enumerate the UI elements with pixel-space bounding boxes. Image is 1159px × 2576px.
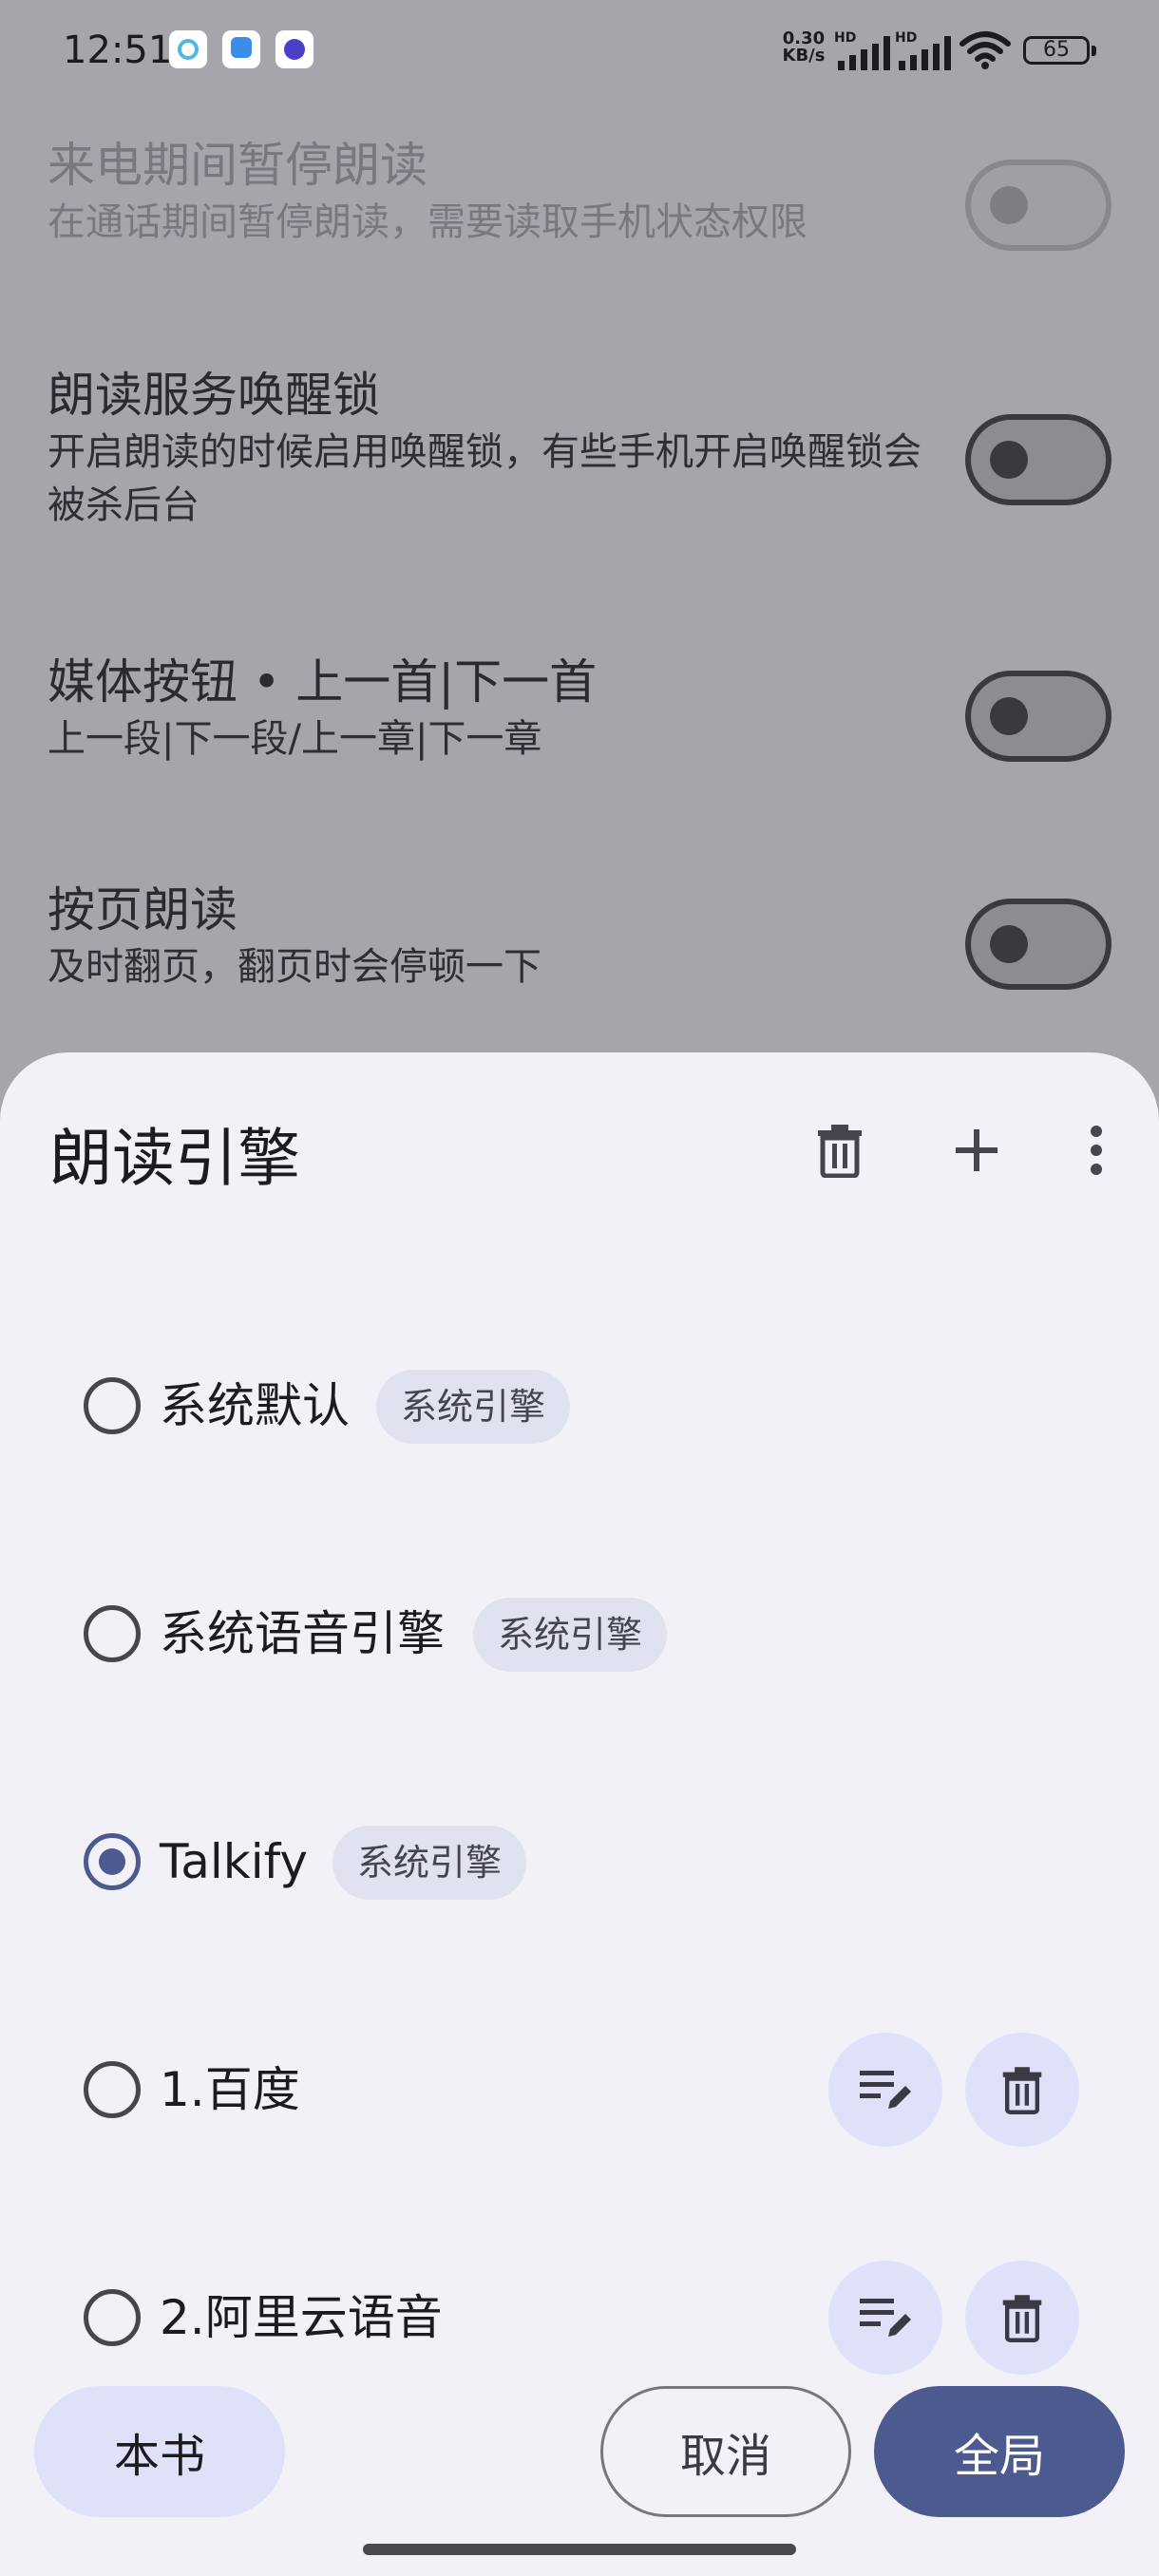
setting-read-by-page[interactable]: 按页朗读 及时翻页，翻页时会停顿一下 [48, 880, 1121, 994]
engine-label: 2.阿里云语音 [160, 2290, 443, 2345]
network-speed-unit: KB/s [782, 46, 826, 66]
engine-item-aliyun[interactable]: 2.阿里云语音 [0, 2261, 1159, 2375]
this-book-button[interactable]: 本书 [34, 2386, 285, 2517]
toggle-knob [990, 186, 1028, 224]
edit-engine-button[interactable] [828, 2033, 942, 2147]
delete-icon [818, 1125, 862, 1178]
setting-title: 媒体按钮 • 上一首|下一首 [48, 654, 598, 710]
status-time: 12:51 [63, 28, 173, 72]
engine-item-system-voice[interactable]: 系统语音引擎 系统引擎 [0, 1577, 1159, 1691]
setting-description: 开启朗读的时候启用唤醒锁，有些手机开启唤醒锁会被杀后台 [48, 430, 922, 527]
setting-description: 在通话期间暂停朗读，需要读取手机状态权限 [48, 200, 808, 244]
toggle-knob [990, 925, 1028, 963]
toggle-knob [990, 697, 1028, 735]
battery-indicator: 65 [1023, 36, 1096, 65]
signal-2-icon: HD [895, 30, 951, 70]
global-button[interactable]: 全局 [874, 2386, 1125, 2517]
engine-tag: 系统引擎 [376, 1370, 571, 1444]
setting-title: 来电期间暂停朗读 [48, 138, 428, 193]
engine-item-talkify[interactable]: Talkify 系统引擎 [0, 1805, 1159, 1919]
chat-app-icon [276, 30, 314, 68]
engine-tag: 系统引擎 [473, 1598, 668, 1672]
more-icon [1091, 1126, 1102, 1175]
engine-item-baidu[interactable]: 1.百度 [0, 2033, 1159, 2147]
edit-list-icon [860, 2071, 911, 2109]
delete-engine-button[interactable] [965, 2033, 1079, 2147]
edit-engine-button[interactable] [828, 2261, 942, 2375]
delete-engine-button[interactable] [965, 2261, 1079, 2375]
signal-1-icon: HD [834, 30, 890, 70]
setting-description: 及时翻页，翻页时会停顿一下 [48, 945, 542, 989]
hd-label: HD [895, 30, 917, 46]
engine-tag: 系统引擎 [332, 1826, 527, 1900]
wifi-icon [960, 31, 1011, 69]
hd-label: HD [834, 30, 856, 46]
app-circle-icon [169, 30, 207, 68]
setting-title: 按页朗读 [48, 882, 238, 938]
setting-wake-lock[interactable]: 朗读服务唤醒锁 开启朗读的时候启用唤醒锁，有些手机开启唤醒锁会被杀后台 [48, 365, 1121, 532]
engine-radio-selected[interactable] [84, 1833, 141, 1890]
setting-media-buttons[interactable]: 媒体按钮 • 上一首|下一首 上一段|下一段/上一章|下一章 [48, 652, 1121, 766]
delete-icon [1002, 2067, 1042, 2114]
sheet-title: 朗读引擎 [49, 1122, 300, 1195]
setting-pause-on-call[interactable]: 来电期间暂停朗读 在通话期间暂停朗读，需要读取手机状态权限 [48, 135, 1121, 251]
engine-radio[interactable] [84, 1377, 141, 1434]
pause-on-call-toggle[interactable] [965, 160, 1112, 251]
engine-radio[interactable] [84, 1605, 141, 1662]
engine-radio[interactable] [84, 2289, 141, 2346]
delete-button[interactable] [802, 1108, 878, 1193]
engine-label: Talkify [160, 1834, 308, 1889]
add-icon [956, 1129, 998, 1171]
engine-label: 系统语音引擎 [160, 1606, 445, 1661]
status-bar: 12:51 0.30 KB/s HD HD 65 [0, 0, 1159, 104]
engine-radio[interactable] [84, 2061, 141, 2118]
engine-item-system-default[interactable]: 系统默认 系统引擎 [0, 1349, 1159, 1463]
engine-label: 1.百度 [160, 2062, 300, 2117]
edit-list-icon [860, 2299, 911, 2337]
engine-label: 系统默认 [160, 1378, 350, 1433]
setting-title: 朗读服务唤醒锁 [48, 368, 380, 423]
cloud-app-icon [222, 30, 260, 68]
cancel-button[interactable]: 取消 [600, 2386, 851, 2517]
media-buttons-toggle[interactable] [965, 671, 1112, 762]
toggle-knob [990, 441, 1028, 479]
delete-icon [1002, 2295, 1042, 2342]
wake-lock-toggle[interactable] [965, 414, 1112, 505]
setting-description: 上一段|下一段/上一章|下一章 [48, 717, 542, 761]
add-button[interactable] [939, 1108, 1015, 1193]
home-indicator[interactable] [363, 2544, 796, 2555]
read-by-page-toggle[interactable] [965, 899, 1112, 990]
network-speed: 0.30 KB/s [777, 30, 830, 65]
more-button[interactable] [1058, 1108, 1134, 1193]
tts-engine-sheet: 朗读引擎 系统默认 系统引擎 系统语音引擎 系统引擎 Talkify 系统引擎 … [0, 1052, 1159, 2576]
